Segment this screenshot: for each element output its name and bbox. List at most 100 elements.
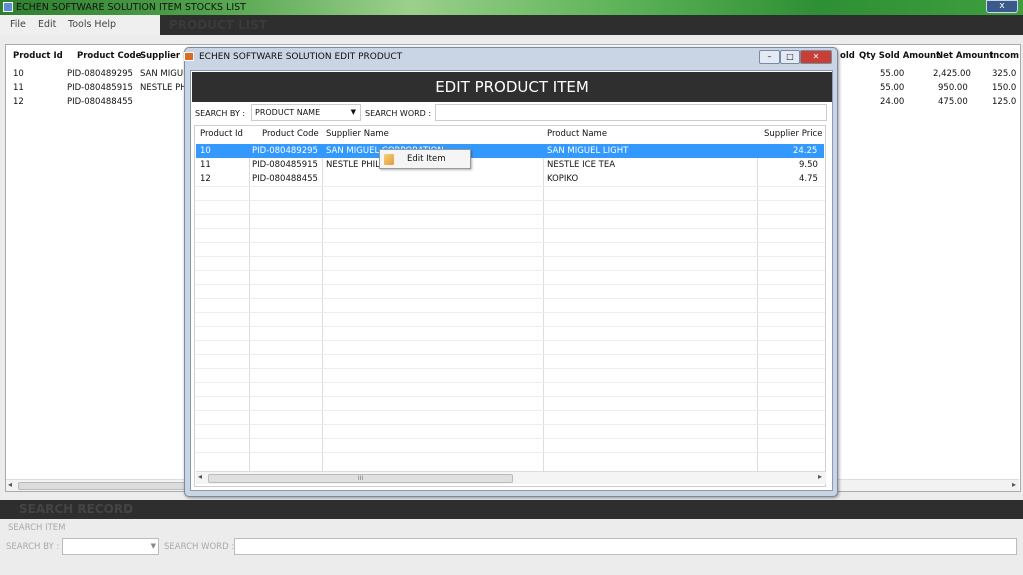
grid-line xyxy=(195,200,825,201)
bg-row-net: 2,425.00 xyxy=(933,69,971,79)
edit-product-grid[interactable]: Product Id Product Code Supplier Name Pr… xyxy=(194,125,826,487)
cell-code: PID-080489295 xyxy=(252,146,318,156)
context-menu-edit-item[interactable]: Edit Item xyxy=(407,154,446,164)
bg-row-net: 475.00 xyxy=(938,97,968,107)
scroll-left-icon[interactable]: ◂ xyxy=(8,480,12,489)
cell-product-name: NESTLE ICE TEA xyxy=(547,160,616,170)
edit-product-header: EDIT PRODUCT ITEM xyxy=(192,72,832,102)
context-menu: Edit Item xyxy=(379,149,471,169)
search-item-label: SEARCH ITEM xyxy=(8,523,66,533)
bg-row-qty: 55.00 xyxy=(880,69,905,79)
bg-row-id: 10 xyxy=(13,69,24,79)
bg-row-supplier: NESTLE PHI xyxy=(140,83,190,93)
col-qty-sold-amount[interactable]: Qty Sold Amount xyxy=(859,51,940,61)
cell-price: 4.75 xyxy=(799,174,818,184)
col-product-code[interactable]: Product Code xyxy=(77,51,141,61)
edit-product-title: EDIT PRODUCT ITEM xyxy=(435,78,589,96)
cell-product-name: SAN MIGUEL LIGHT xyxy=(547,146,629,156)
product-list-title: PRODUCT LIST xyxy=(169,18,268,32)
dropdown-arrow-icon[interactable]: ▼ xyxy=(151,542,156,550)
grid-hscrollbar[interactable]: ◂ III ▸ xyxy=(196,471,826,484)
scroll-thumb[interactable]: III xyxy=(208,474,513,483)
bg-row-id: 12 xyxy=(13,97,24,107)
app-icon xyxy=(3,2,13,12)
grid-row[interactable]: 10 PID-080489295 SAN MIGUEL CORPORATION … xyxy=(196,144,824,158)
dialog-search-by-value: PRODUCT NAME xyxy=(255,108,321,117)
bg-row-supplier: SAN MIGUE xyxy=(140,69,189,79)
grid-line xyxy=(195,242,825,243)
dialog-search-by-select[interactable]: PRODUCT NAME ▼ xyxy=(251,104,361,121)
grid-line xyxy=(195,214,825,215)
menu-edit[interactable]: Edit xyxy=(38,19,56,30)
grid-line xyxy=(195,312,825,313)
bg-row-id: 11 xyxy=(13,83,24,93)
grid-line xyxy=(195,326,825,327)
scroll-right-icon[interactable]: ▸ xyxy=(818,472,822,481)
search-record-header: SEARCH RECORD xyxy=(0,500,1023,519)
dialog-title: ECHEN SOFTWARE SOLUTION EDIT PRODUCT xyxy=(199,52,403,62)
scroll-thumb[interactable] xyxy=(18,482,188,490)
cell-price: 24.25 xyxy=(793,146,818,156)
cell-code: PID-080488455 xyxy=(252,174,318,184)
grid-col-supplier-price[interactable]: Supplier Price xyxy=(764,129,822,139)
bg-row-income: 125.0 xyxy=(992,97,1017,107)
bg-row-qty: 24.00 xyxy=(880,97,905,107)
dialog-search-by-label: SEARCH BY : xyxy=(195,109,246,118)
edit-icon xyxy=(384,154,394,165)
window-titlebar: ECHEN SOFTWARE SOLUTION ITEM STOCKS LIST… xyxy=(0,0,1023,15)
search-word-input[interactable] xyxy=(234,538,1017,555)
menu-file[interactable]: File xyxy=(10,19,26,30)
bg-row-code: PID-080485915 xyxy=(67,83,133,93)
window-close-button[interactable]: x xyxy=(986,0,1018,13)
menu-tools-help[interactable]: Tools Help xyxy=(68,19,116,30)
grid-line xyxy=(195,186,825,187)
search-record-title: SEARCH RECORD xyxy=(19,502,134,516)
grid-col-product-id[interactable]: Product Id xyxy=(200,129,243,139)
scroll-right-icon[interactable]: ▸ xyxy=(1012,480,1016,489)
grid-col-product-name[interactable]: Product Name xyxy=(547,129,607,139)
cell-code: PID-080485915 xyxy=(252,160,318,170)
minimize-button[interactable]: – xyxy=(759,50,780,64)
bg-row-code: PID-080488455 xyxy=(67,97,133,107)
grid-line xyxy=(195,256,825,257)
dialog-close-button[interactable]: ✕ xyxy=(800,50,832,64)
grid-col-product-code[interactable]: Product Code xyxy=(262,129,319,139)
grid-line xyxy=(195,382,825,383)
search-word-label: SEARCH WORD : xyxy=(164,542,235,552)
grid-line xyxy=(195,368,825,369)
grid-line xyxy=(195,298,825,299)
bg-row-net: 950.00 xyxy=(938,83,968,93)
search-by-select[interactable]: ▼ xyxy=(62,538,159,555)
cell-id: 10 xyxy=(200,146,211,156)
col-net-amount[interactable]: Net Amount xyxy=(936,51,993,61)
dialog-window-controls: – □ ✕ xyxy=(759,50,833,65)
bg-row-income: 150.0 xyxy=(992,83,1017,93)
window-title: ECHEN SOFTWARE SOLUTION ITEM STOCKS LIST xyxy=(16,2,246,13)
cell-price: 9.50 xyxy=(799,160,818,170)
cell-product-name: KOPIKO xyxy=(547,174,579,184)
dropdown-arrow-icon[interactable]: ▼ xyxy=(351,105,356,120)
grid-line xyxy=(195,354,825,355)
grid-line xyxy=(195,396,825,397)
grid-line xyxy=(195,270,825,271)
maximize-button[interactable]: □ xyxy=(780,50,800,64)
col-income[interactable]: Incom xyxy=(990,51,1019,61)
grid-line xyxy=(195,340,825,341)
bg-row-income: 325.0 xyxy=(992,69,1017,79)
grid-line xyxy=(195,452,825,453)
cell-id: 11 xyxy=(200,160,211,170)
bg-row-qty: 55.00 xyxy=(880,83,905,93)
cell-id: 12 xyxy=(200,174,211,184)
col-product-id[interactable]: Product Id xyxy=(13,51,63,61)
grid-col-supplier-name[interactable]: Supplier Name xyxy=(326,129,389,139)
grid-line xyxy=(195,284,825,285)
dialog-search-word-label: SEARCH WORD : xyxy=(365,109,432,118)
grid-row[interactable]: 11 PID-080485915 NESTLE PHILIP NESTLE IC… xyxy=(196,158,824,172)
scroll-left-icon[interactable]: ◂ xyxy=(198,472,202,481)
search-by-label: SEARCH BY : xyxy=(6,542,60,552)
col-qty-sold-partial[interactable]: old xyxy=(840,51,855,61)
grid-line xyxy=(195,228,825,229)
dialog-search-word-input[interactable] xyxy=(435,104,827,121)
grid-row[interactable]: 12 PID-080488455 KOPIKO 4.75 xyxy=(196,172,824,186)
dialog-app-icon xyxy=(184,52,194,61)
